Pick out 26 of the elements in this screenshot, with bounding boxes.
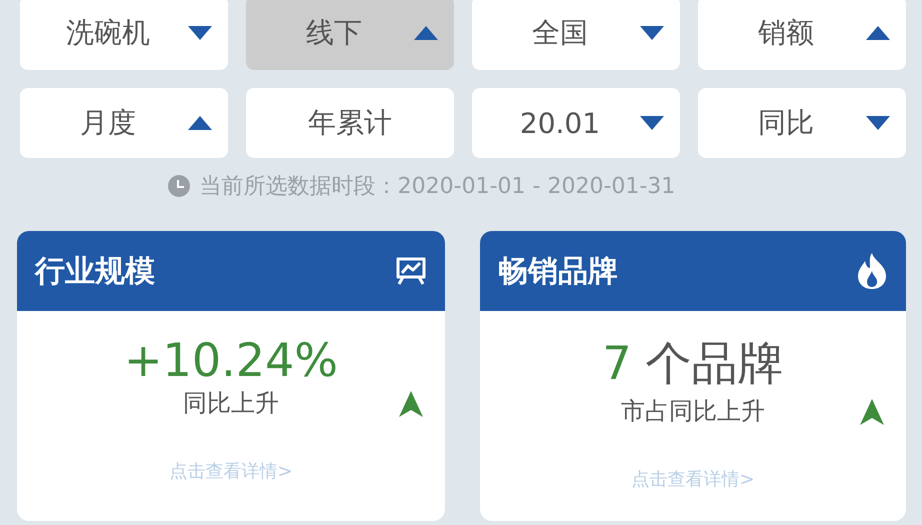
flame-icon (856, 253, 888, 289)
caret-down-icon (188, 26, 212, 40)
card-title: 行业规模 (35, 252, 155, 290)
filter-dropdown[interactable]: 月度 (20, 88, 228, 158)
metric-caption: 市占同比上升 (621, 396, 765, 427)
clock-icon (168, 175, 190, 197)
filter-dropdown[interactable]: 同比 (698, 88, 906, 158)
caret-down-icon (866, 116, 890, 130)
metric-value: +10.24% (124, 333, 338, 387)
metric-value: 7 (602, 336, 632, 390)
caret-up-icon (866, 26, 890, 40)
metric-caption: 同比上升 (183, 388, 279, 419)
filter-dropdown[interactable]: 销额 (698, 0, 906, 70)
filter-dropdown[interactable]: 年累计 (246, 88, 454, 158)
filter-dropdown[interactable]: 线下 (246, 0, 454, 70)
chart-board-icon (395, 256, 427, 286)
caret-up-icon (188, 116, 212, 130)
period-text: 当前所选数据时段：2020-01-01 - 2020-01-31 (200, 173, 676, 201)
filter-dropdown[interactable]: 洗碗机 (20, 0, 228, 70)
caret-up-icon (414, 26, 438, 40)
filter-dropdown[interactable]: 20.01 (472, 88, 680, 158)
filter-dropdown[interactable]: 全国 (472, 0, 680, 70)
card-title: 畅销品牌 (498, 252, 618, 290)
caret-down-icon (640, 116, 664, 130)
caret-down-icon (640, 26, 664, 40)
metric-unit: 个品牌 (646, 335, 784, 392)
